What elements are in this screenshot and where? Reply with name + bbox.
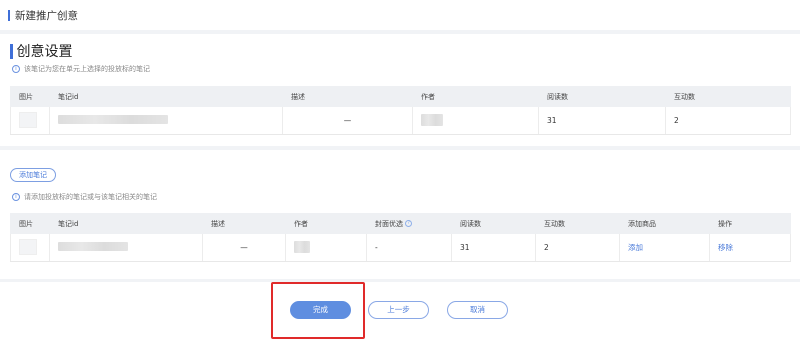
note-thumbnail [19, 111, 37, 128]
note-description: — [282, 106, 413, 135]
note-reads: 31 [451, 233, 536, 262]
page-title: 新建推广创意 [15, 9, 78, 22]
col-header-description: 描述 [282, 86, 413, 107]
remove-link[interactable]: 移除 [718, 243, 733, 252]
action-cell: 移除 [709, 233, 791, 262]
col-header-image: 图片 [10, 213, 50, 234]
col-header-action: 操作 [709, 213, 791, 234]
col-header-note-id: 笔记id [49, 86, 283, 107]
footer-divider [0, 279, 800, 282]
help-icon[interactable]: ? [405, 220, 413, 227]
col-header-image: 图片 [10, 86, 50, 107]
col-header-cover-text: 封面优选 [375, 219, 403, 228]
author-redacted [294, 240, 310, 253]
note-id-cell [49, 106, 283, 135]
header-accent-bar [8, 9, 10, 21]
note-thumbnail [19, 238, 37, 255]
author-cell [412, 106, 539, 135]
note-interactions: 2 [665, 106, 791, 135]
table-row: — 31 2 [10, 106, 791, 135]
info-icon: i [12, 65, 20, 73]
cancel-button[interactable]: 取消 [447, 301, 508, 319]
table-header-row: 图片 笔记id 描述 作者 封面优选 ? 阅读数 互动数 添加商品 操作 [10, 213, 791, 234]
prev-step-button[interactable]: 上一步 [368, 301, 429, 319]
page-header: 新建推广创意 [0, 0, 800, 30]
note-interactions: 2 [535, 233, 620, 262]
selected-note-table: 图片 笔记id 描述 作者 阅读数 互动数 — 31 2 [10, 86, 791, 135]
header-divider [0, 30, 800, 34]
section-title-text: 创意设置 [16, 44, 73, 60]
related-notes-table: 图片 笔记id 描述 作者 封面优选 ? 阅读数 互动数 添加商品 操作 — -… [10, 213, 791, 262]
section-divider [0, 146, 800, 150]
add-product-link[interactable]: 添加 [628, 243, 643, 252]
highlight-box [271, 282, 365, 339]
cover-preference: - [366, 233, 452, 262]
col-header-interactions: 互动数 [535, 213, 620, 234]
table-row: — - 31 2 添加 移除 [10, 233, 791, 262]
col-header-note-id: 笔记id [49, 213, 203, 234]
col-header-cover: 封面优选 ? [366, 213, 452, 234]
note-id-redacted [58, 115, 168, 124]
related-hint: i 请添加投放标的笔记或与该笔记相关的笔记 [12, 192, 157, 202]
author-cell [285, 233, 367, 262]
col-header-reads: 阅读数 [538, 86, 666, 107]
col-header-description: 描述 [202, 213, 286, 234]
col-header-interactions: 互动数 [665, 86, 791, 107]
add-note-button[interactable]: 添加笔记 [10, 168, 56, 182]
note-id-redacted [58, 242, 128, 251]
note-hint: i 该笔记为您在单元上选择的投放标的笔记 [12, 64, 150, 74]
author-redacted [421, 113, 443, 126]
related-hint-text: 请添加投放标的笔记或与该笔记相关的笔记 [24, 193, 157, 201]
info-icon: i [12, 193, 20, 201]
note-reads: 31 [538, 106, 666, 135]
section-title: 创意设置 [10, 41, 73, 61]
note-hint-text: 该笔记为您在单元上选择的投放标的笔记 [24, 65, 150, 73]
col-header-author: 作者 [285, 213, 367, 234]
note-thumbnail-cell [10, 233, 50, 262]
note-thumbnail-cell [10, 106, 50, 135]
note-id-cell [49, 233, 203, 262]
col-header-reads: 阅读数 [451, 213, 536, 234]
section-accent-bar [10, 43, 13, 59]
add-product-cell: 添加 [619, 233, 710, 262]
col-header-author: 作者 [412, 86, 539, 107]
col-header-add-product: 添加商品 [619, 213, 710, 234]
table-header-row: 图片 笔记id 描述 作者 阅读数 互动数 [10, 86, 791, 107]
note-description: — [202, 233, 286, 262]
